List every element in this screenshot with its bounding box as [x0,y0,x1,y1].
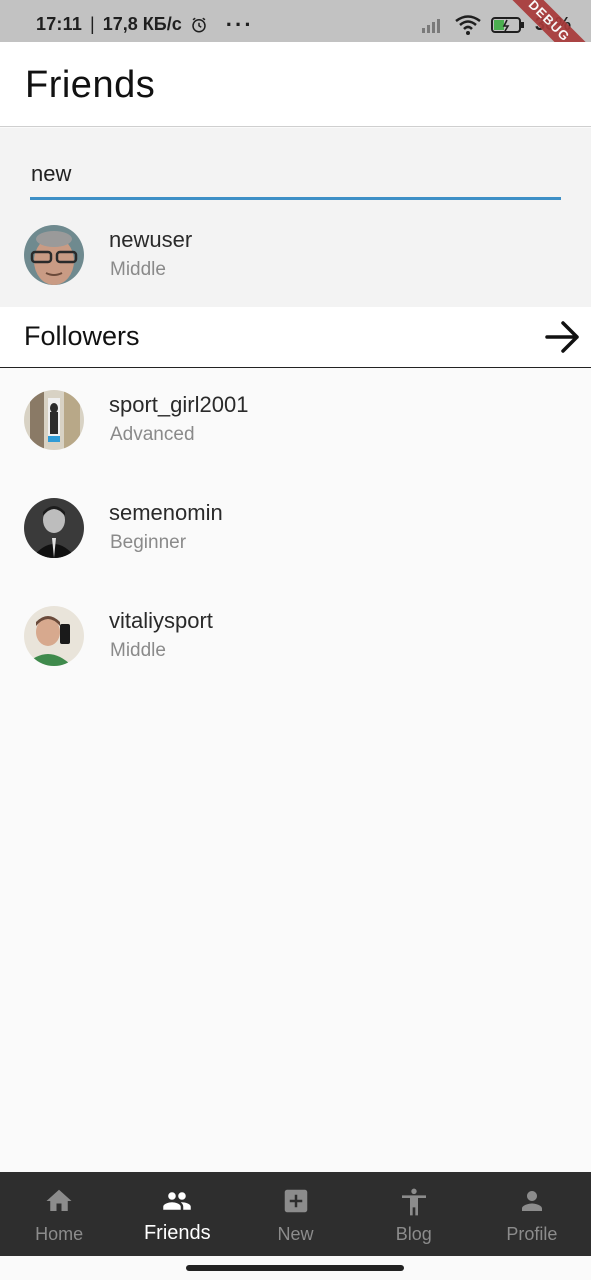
nav-item-blog[interactable]: Blog [355,1172,473,1256]
followers-title: Followers [24,321,140,351]
user-name: semenomin [109,500,223,525]
nav-label: Blog [395,1224,432,1244]
search-input[interactable] [30,150,561,200]
app-bar: Friends [0,42,591,127]
user-photo [24,225,84,285]
status-network-speed: 17,8 КБ/с [102,14,182,34]
avatar [24,498,84,558]
avatar [24,225,84,285]
nav-label: Profile [506,1224,558,1244]
more-notifications-icon: ··· [225,11,254,37]
user-photo [24,498,84,558]
follower-row[interactable]: semenomin Beginner [0,481,591,581]
nav-item-new[interactable]: New [236,1172,354,1256]
follower-row[interactable]: vitaliysport Middle [0,589,591,689]
user-name: sport_girl2001 [109,392,249,417]
status-separator: | [90,14,95,34]
status-bar-left: 17:11 | 17,8 КБ/с ··· [36,11,254,37]
avatar [24,606,84,666]
followers-header: Followers [0,307,591,368]
home-icon [46,1189,72,1211]
user-photo [24,606,84,666]
nav-label: Home [35,1224,84,1244]
bottom-navigation: Home Friends New Blog Profile [0,1172,591,1256]
nav-label: New [277,1224,314,1244]
nav-item-home[interactable]: Home [0,1172,118,1256]
signal-icon [421,18,440,33]
people-icon [163,1192,192,1210]
user-name: newuser [109,227,193,252]
page-title: Friends [25,64,156,106]
status-bar: 17:11 | 17,8 КБ/с ··· 36% DE [0,0,591,86]
system-gesture-area [0,1256,591,1280]
wifi-icon [455,14,481,35]
battery-icon [490,16,524,33]
arrow-forward-icon[interactable] [543,317,583,357]
accessibility-icon [401,1188,426,1216]
nav-label: Friends [143,1222,211,1244]
user-name: vitaliysport [109,608,213,633]
home-indicator[interactable] [186,1265,404,1271]
user-level: Middle [110,640,166,661]
nav-item-friends[interactable]: Friends [118,1172,236,1256]
avatar [24,390,84,450]
nav-item-profile[interactable]: Profile [473,1172,591,1256]
user-photo [24,390,84,450]
user-level: Advanced [110,424,195,445]
user-level: Beginner [110,532,187,553]
person-icon [521,1191,542,1211]
user-level: Middle [110,259,166,280]
search-result-row[interactable]: newuser Middle [0,208,591,308]
search-section: newuser Middle [0,128,591,308]
alarm-icon [191,17,206,32]
follower-row[interactable]: sport_girl2001 Advanced [0,373,591,473]
add-box-icon [284,1189,307,1213]
status-time: 17:11 [36,14,83,34]
